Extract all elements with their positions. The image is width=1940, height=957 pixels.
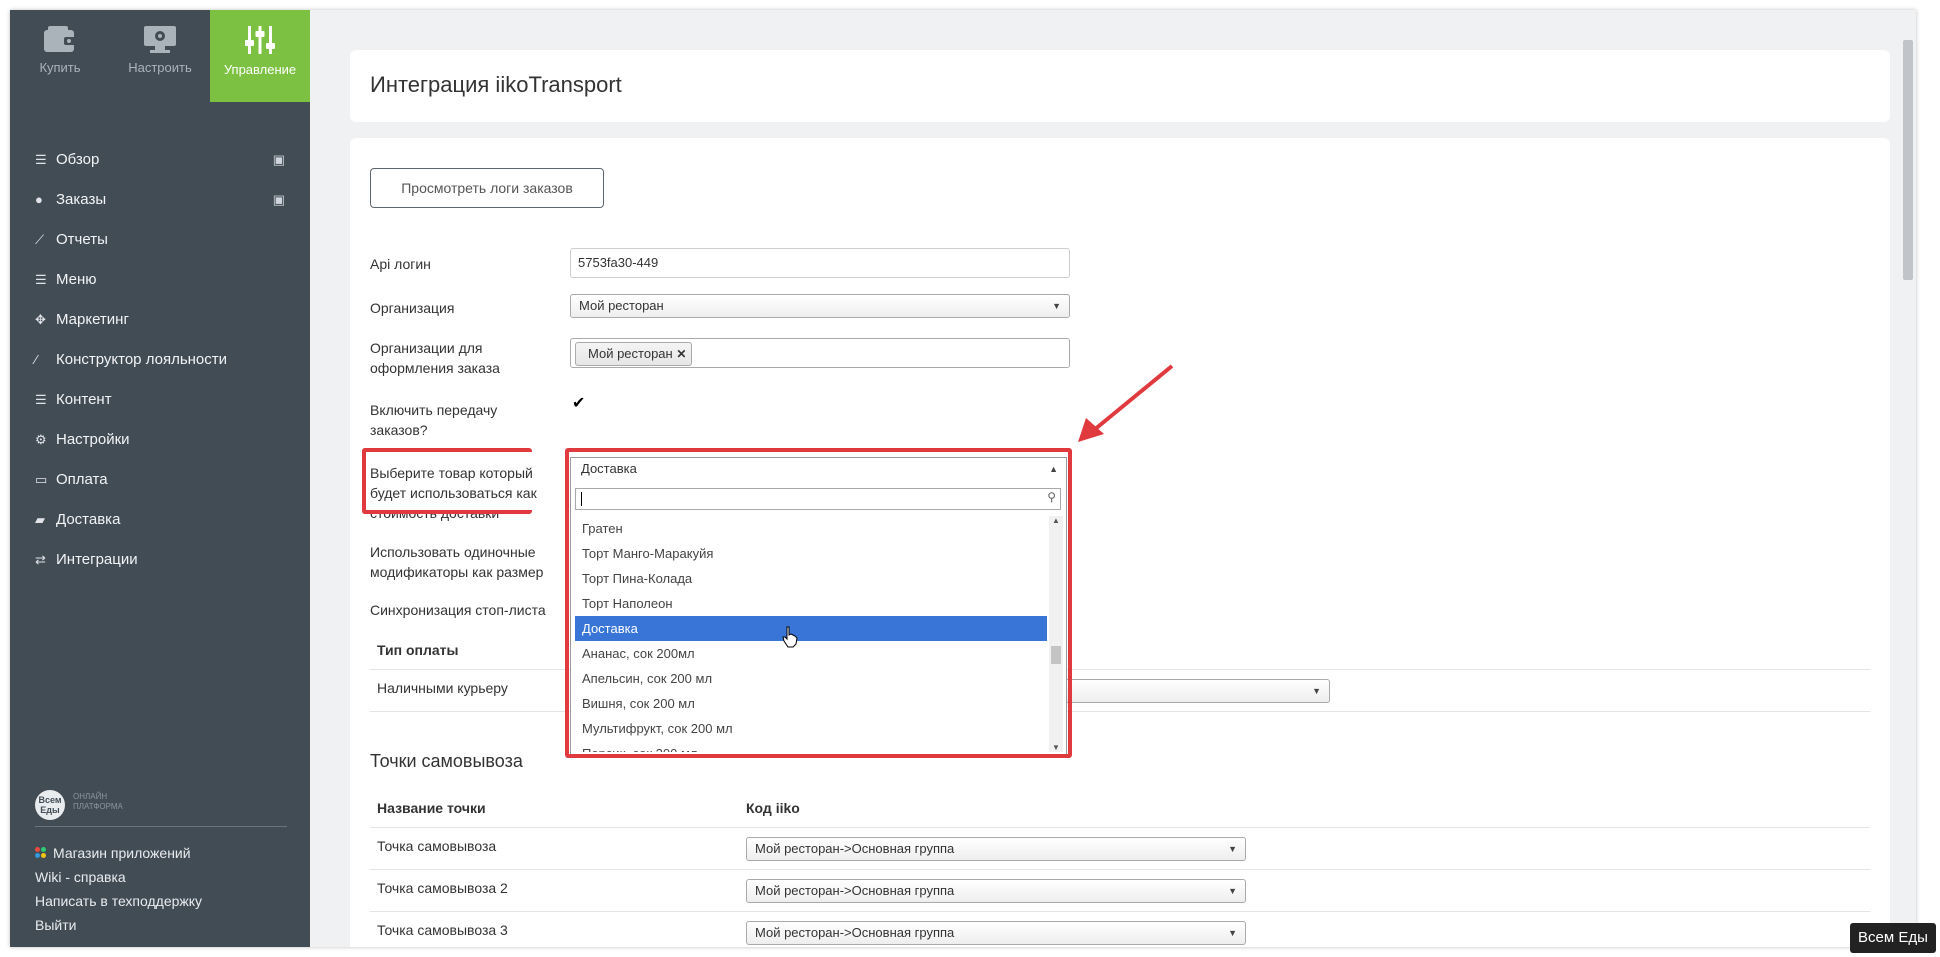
enable-orders-checkbox[interactable]: ✔: [572, 396, 588, 412]
chevron-down-icon: ▼: [1228, 928, 1237, 938]
pickup-code-select[interactable]: Мой ресторан->Основная группа ▼: [746, 837, 1246, 861]
monitor-settings-icon: [144, 26, 176, 53]
sidebar-item-label: Интеграции: [56, 551, 138, 568]
pickup-row-name: Точка самовывоза 3: [377, 922, 508, 938]
manage-button[interactable]: Управление: [210, 10, 310, 102]
wiki-link[interactable]: Wiki - справка: [35, 865, 287, 889]
sidebar-nav: ☰ Обзор ▣ ● Заказы ▣ ⟋ Отчеты ☰ Меню ✥ Маркетин…: [10, 140, 310, 580]
api-login-label: Api логин: [370, 256, 431, 272]
manage-button-label: Управление: [223, 62, 297, 77]
sidebar-item-loyalty[interactable]: ⁄ Конструктор лояльности: [10, 340, 310, 380]
sidebar-item-label: Доставка: [56, 511, 121, 528]
wallet-icon: [44, 26, 76, 52]
list-icon: ☰: [35, 392, 47, 407]
platform-logo: Всем Еды ОНЛАЙН ПЛАТФОРМА: [35, 790, 287, 827]
page-title: Интеграция iikoTransport: [370, 72, 622, 97]
annotation-label-box: [362, 448, 532, 514]
sidebar-item-label: Меню: [56, 271, 97, 288]
archive-icon: ▣: [272, 152, 285, 167]
circle-icon: ●: [35, 192, 43, 207]
support-link[interactable]: Написать в техподдержку: [35, 889, 287, 913]
sidebar-item-settings[interactable]: ⚙ Настройки: [10, 420, 310, 460]
pickup-col-code: Код iiko: [746, 800, 800, 816]
sidebar-item-integrations[interactable]: ⇄ Интеграции: [10, 540, 310, 580]
sidebar-item-delivery[interactable]: ▰ Доставка: [10, 500, 310, 540]
buy-button-label: Купить: [39, 60, 81, 75]
sliders-icon: [245, 26, 275, 54]
sidebar-item-label: Настройки: [56, 431, 130, 448]
api-login-input[interactable]: 5753fa30-449: [570, 248, 1070, 278]
sidebar-item-label: Конструктор лояльности: [56, 351, 228, 368]
title-card: Интеграция iikoTransport: [350, 50, 1890, 122]
divider: [370, 827, 1870, 828]
stop-list-sync-label: Синхронизация стоп-листа: [370, 602, 546, 618]
organization-label: Организация: [370, 300, 455, 316]
chevron-down-icon: ▼: [1312, 686, 1321, 696]
logo-text: ОНЛАЙН ПЛАТФОРМА: [73, 792, 123, 811]
page-scrollbar[interactable]: [1898, 10, 1916, 947]
crosshair-icon: ✥: [35, 312, 46, 327]
sidebar-item-label: Заказы: [56, 191, 107, 208]
sidebar-bottom: Всем Еды ОНЛАЙН ПЛАТФОРМА Магазин приложе…: [35, 790, 287, 937]
pickup-row-name: Точка самовывоза: [377, 838, 497, 854]
divider: [370, 911, 1870, 912]
organization-select[interactable]: Мой ресторан ▼: [570, 294, 1070, 318]
chevron-down-icon: ▼: [1228, 886, 1237, 896]
sidebar-item-content[interactable]: ☰ Контент: [10, 380, 310, 420]
view-logs-button[interactable]: Просмотреть логи заказов: [370, 168, 604, 208]
exchange-icon: ⇄: [35, 552, 46, 567]
annotation-arrow-icon: [1078, 364, 1174, 442]
buy-button[interactable]: Купить: [10, 10, 110, 102]
pickup-row-name: Точка самовывоза 2: [377, 880, 508, 896]
app-store-link[interactable]: Магазин приложений: [35, 841, 287, 865]
sidebar-item-label: Маркетинг: [56, 311, 129, 328]
configure-button-label: Настроить: [128, 60, 192, 75]
sidebar-item-payment[interactable]: ▭ Оплата: [10, 460, 310, 500]
chevron-down-icon: ▼: [1228, 844, 1237, 854]
gear-icon: ⚙: [35, 432, 47, 447]
sidebar-item-menu[interactable]: ☰ Меню: [10, 260, 310, 300]
sidebar-item-label: Оплата: [56, 471, 108, 488]
list-icon: ☰: [35, 152, 47, 167]
sidebar-item-orders[interactable]: ● Заказы ▣: [10, 180, 310, 220]
app-store-icon: [35, 847, 47, 859]
sidebar-item-marketing[interactable]: ✥ Маркетинг: [10, 300, 310, 340]
remove-tag-icon[interactable]: ✕: [676, 347, 686, 361]
sidebar: Купить Настроить Управление ☰ Обзор ▣ ● Зак…: [10, 10, 310, 947]
money-icon: ▭: [35, 472, 48, 487]
orders-orgs-multiselect[interactable]: Мой ресторан ✕: [570, 338, 1070, 368]
pickup-code-select[interactable]: Мой ресторан->Основная группа ▼: [746, 921, 1246, 945]
brand-watermark: Всем Еды: [1850, 923, 1936, 953]
enable-orders-label: Включить передачу заказов?: [370, 402, 498, 438]
single-modifiers-label: Использовать одиночные модификаторы как р…: [370, 544, 544, 580]
chevron-down-icon: ▼: [1052, 301, 1061, 311]
list-icon: ☰: [35, 272, 47, 287]
pickup-code-select[interactable]: Мой ресторан->Основная группа ▼: [746, 879, 1246, 903]
archive-icon: ▣: [272, 192, 285, 207]
payment-type-header: Тип оплаты: [377, 642, 459, 658]
sidebar-item-overview[interactable]: ☰ Обзор ▣: [10, 140, 310, 180]
magic-wand-icon: ⁄: [35, 352, 38, 367]
org-tag: Мой ресторан ✕: [575, 342, 693, 366]
orders-orgs-label: Организации для оформления заказа: [370, 340, 500, 376]
payment-type-cash: Наличными курьеру: [377, 680, 508, 696]
configure-button[interactable]: Настроить: [110, 10, 210, 102]
sidebar-item-label: Контент: [56, 391, 112, 408]
logo-badge: Всем Еды: [35, 790, 65, 820]
pickup-col-name: Название точки: [377, 800, 486, 816]
divider: [370, 869, 1870, 870]
app-window: Купить Настроить Управление ☰ Обзор ▣ ● Зак…: [10, 10, 1916, 947]
truck-icon: ▰: [35, 512, 45, 527]
annotation-dropdown-box: [565, 448, 1072, 758]
logout-link[interactable]: Выйти: [35, 913, 287, 937]
chart-icon: ⟋: [35, 232, 45, 247]
pickup-section-title: Точки самовывоза: [370, 751, 523, 771]
sidebar-item-label: Обзор: [56, 151, 100, 168]
sidebar-item-label: Отчеты: [56, 231, 108, 248]
page-scroll-thumb[interactable]: [1903, 40, 1913, 280]
sidebar-item-reports[interactable]: ⟋ Отчеты: [10, 220, 310, 260]
